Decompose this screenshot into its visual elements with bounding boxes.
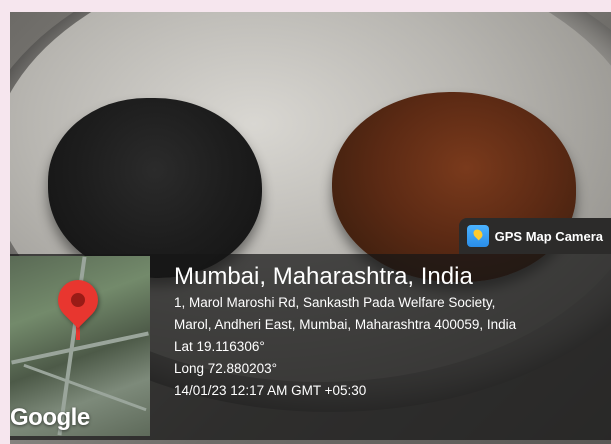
gps-app-label: GPS Map Camera bbox=[494, 228, 603, 244]
map-road bbox=[11, 331, 149, 365]
address-line-2: Marol, Andheri East, Mumbai, Maharashtra… bbox=[174, 317, 517, 332]
location-info: Mumbai, Maharashtra, India 1, Marol Maro… bbox=[174, 262, 604, 402]
timestamp: 14/01/23 12:17 AM GMT +05:30 bbox=[174, 383, 367, 398]
gps-map-camera-icon bbox=[466, 225, 489, 247]
map-pin-icon bbox=[49, 271, 107, 329]
longitude: Long 72.880203° bbox=[174, 361, 277, 376]
google-logo: Google bbox=[10, 404, 90, 431]
latitude: Lat 19.116306° bbox=[174, 339, 265, 354]
city-title: Mumbai, Maharashtra, India bbox=[174, 263, 473, 290]
gps-app-badge: GPS Map Camera bbox=[458, 218, 611, 254]
map-thumbnail[interactable]: Google bbox=[10, 256, 150, 436]
address-line-1: 1, Marol Maroshi Rd, Sankasth Pada Welfa… bbox=[174, 295, 496, 310]
black-cake-sample bbox=[48, 98, 262, 278]
